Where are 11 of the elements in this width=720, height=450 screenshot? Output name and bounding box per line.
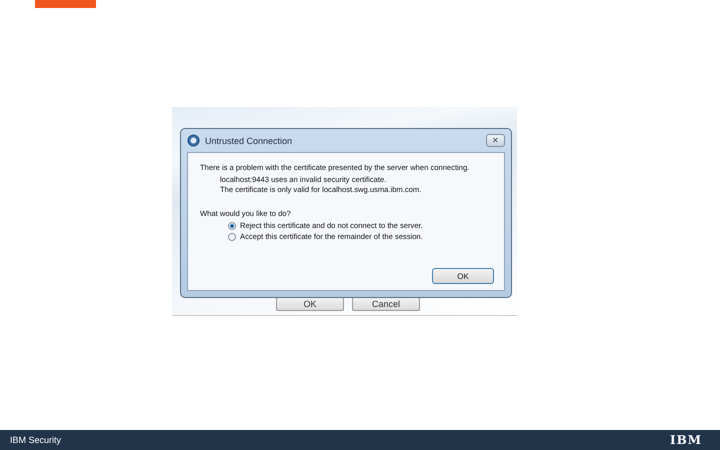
ok-button[interactable]: OK: [432, 268, 494, 284]
close-button[interactable]: ✕: [486, 134, 505, 147]
logo: IBM: [670, 433, 702, 447]
footer-text: IBM Security: [10, 435, 62, 445]
window-title: Untrusted Connection: [205, 136, 294, 146]
accent-bar: [35, 0, 96, 8]
globe-icon: [187, 134, 200, 147]
radio-button[interactable]: [228, 232, 236, 240]
dialog-button[interactable]: Cancel: [352, 297, 420, 311]
dialog-button[interactable]: OK: [276, 297, 344, 311]
radio-button[interactable]: [228, 222, 236, 230]
